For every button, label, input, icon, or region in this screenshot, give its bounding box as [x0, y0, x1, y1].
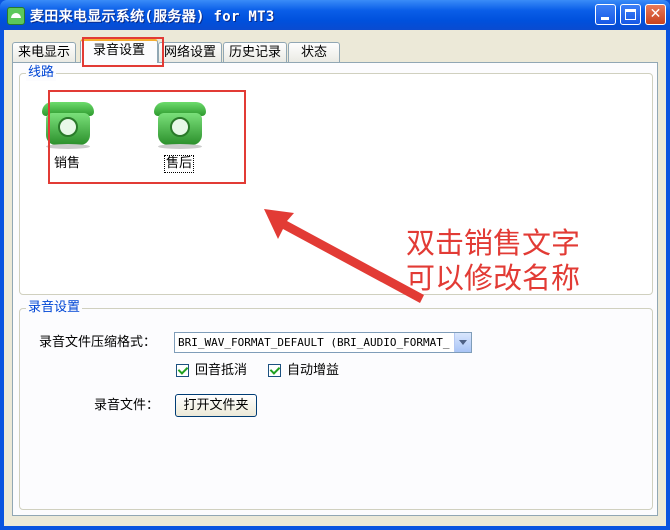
recording-group-title: 录音设置: [26, 300, 83, 316]
maximize-icon: [625, 9, 636, 20]
close-icon: ✕: [649, 6, 662, 22]
format-label: 录音文件压缩格式：: [39, 335, 157, 350]
app-window: 麦田来电显示系统(服务器) for MT3 ✕ 来电显示 录音设置 网络设置 历…: [0, 0, 670, 530]
maximize-button[interactable]: [620, 4, 641, 25]
tab-network-settings[interactable]: 网络设置: [158, 42, 222, 62]
open-folder-button[interactable]: 打开文件夹: [175, 394, 257, 417]
title-bar[interactable]: 麦田来电显示系统(服务器) for MT3 ✕: [0, 0, 670, 30]
echo-cancel-label[interactable]: 回音抵消: [195, 363, 247, 379]
auto-gain-label[interactable]: 自动增益: [287, 363, 339, 379]
minimize-button[interactable]: [595, 4, 616, 25]
compression-format-value: BRI_WAV_FORMAT_DEFAULT (BRI_AUDIO_FORMAT…: [178, 336, 450, 349]
annotation-arrow: [264, 209, 424, 303]
annotation-line-2: 可以修改名称: [406, 261, 581, 295]
dialog-client-area: 来电显示 录音设置 网络设置 历史记录 状态 线路 销售 售后 双击销售文字 可…: [4, 30, 666, 526]
window-title: 麦田来电显示系统(服务器) for MT3: [30, 9, 275, 25]
minimize-icon: [601, 17, 609, 20]
annotation-line-1: 双击销售文字: [406, 226, 581, 260]
lines-group: 线路 销售 售后 双击销售文字 可以修改名称: [19, 65, 653, 303]
tab-panel-recording: 线路 销售 售后 双击销售文字 可以修改名称 录音设置 录音文件压缩格式： BR…: [12, 62, 658, 516]
close-button[interactable]: ✕: [645, 4, 666, 25]
echo-cancel-checkbox[interactable]: [176, 364, 189, 377]
tab-caller-display[interactable]: 来电显示: [12, 42, 76, 62]
chevron-down-icon[interactable]: [454, 333, 471, 352]
tab-status[interactable]: 状态: [288, 42, 340, 62]
compression-format-select[interactable]: BRI_WAV_FORMAT_DEFAULT (BRI_AUDIO_FORMAT…: [174, 332, 472, 353]
recording-file-label: 录音文件：: [94, 398, 160, 413]
tab-history[interactable]: 历史记录: [223, 42, 287, 62]
app-phone-icon[interactable]: [7, 7, 25, 25]
lines-highlight-box: [48, 90, 246, 184]
lines-group-title: 线路: [26, 65, 57, 81]
auto-gain-checkbox[interactable]: [268, 364, 281, 377]
tab-highlight-box: [82, 37, 164, 67]
